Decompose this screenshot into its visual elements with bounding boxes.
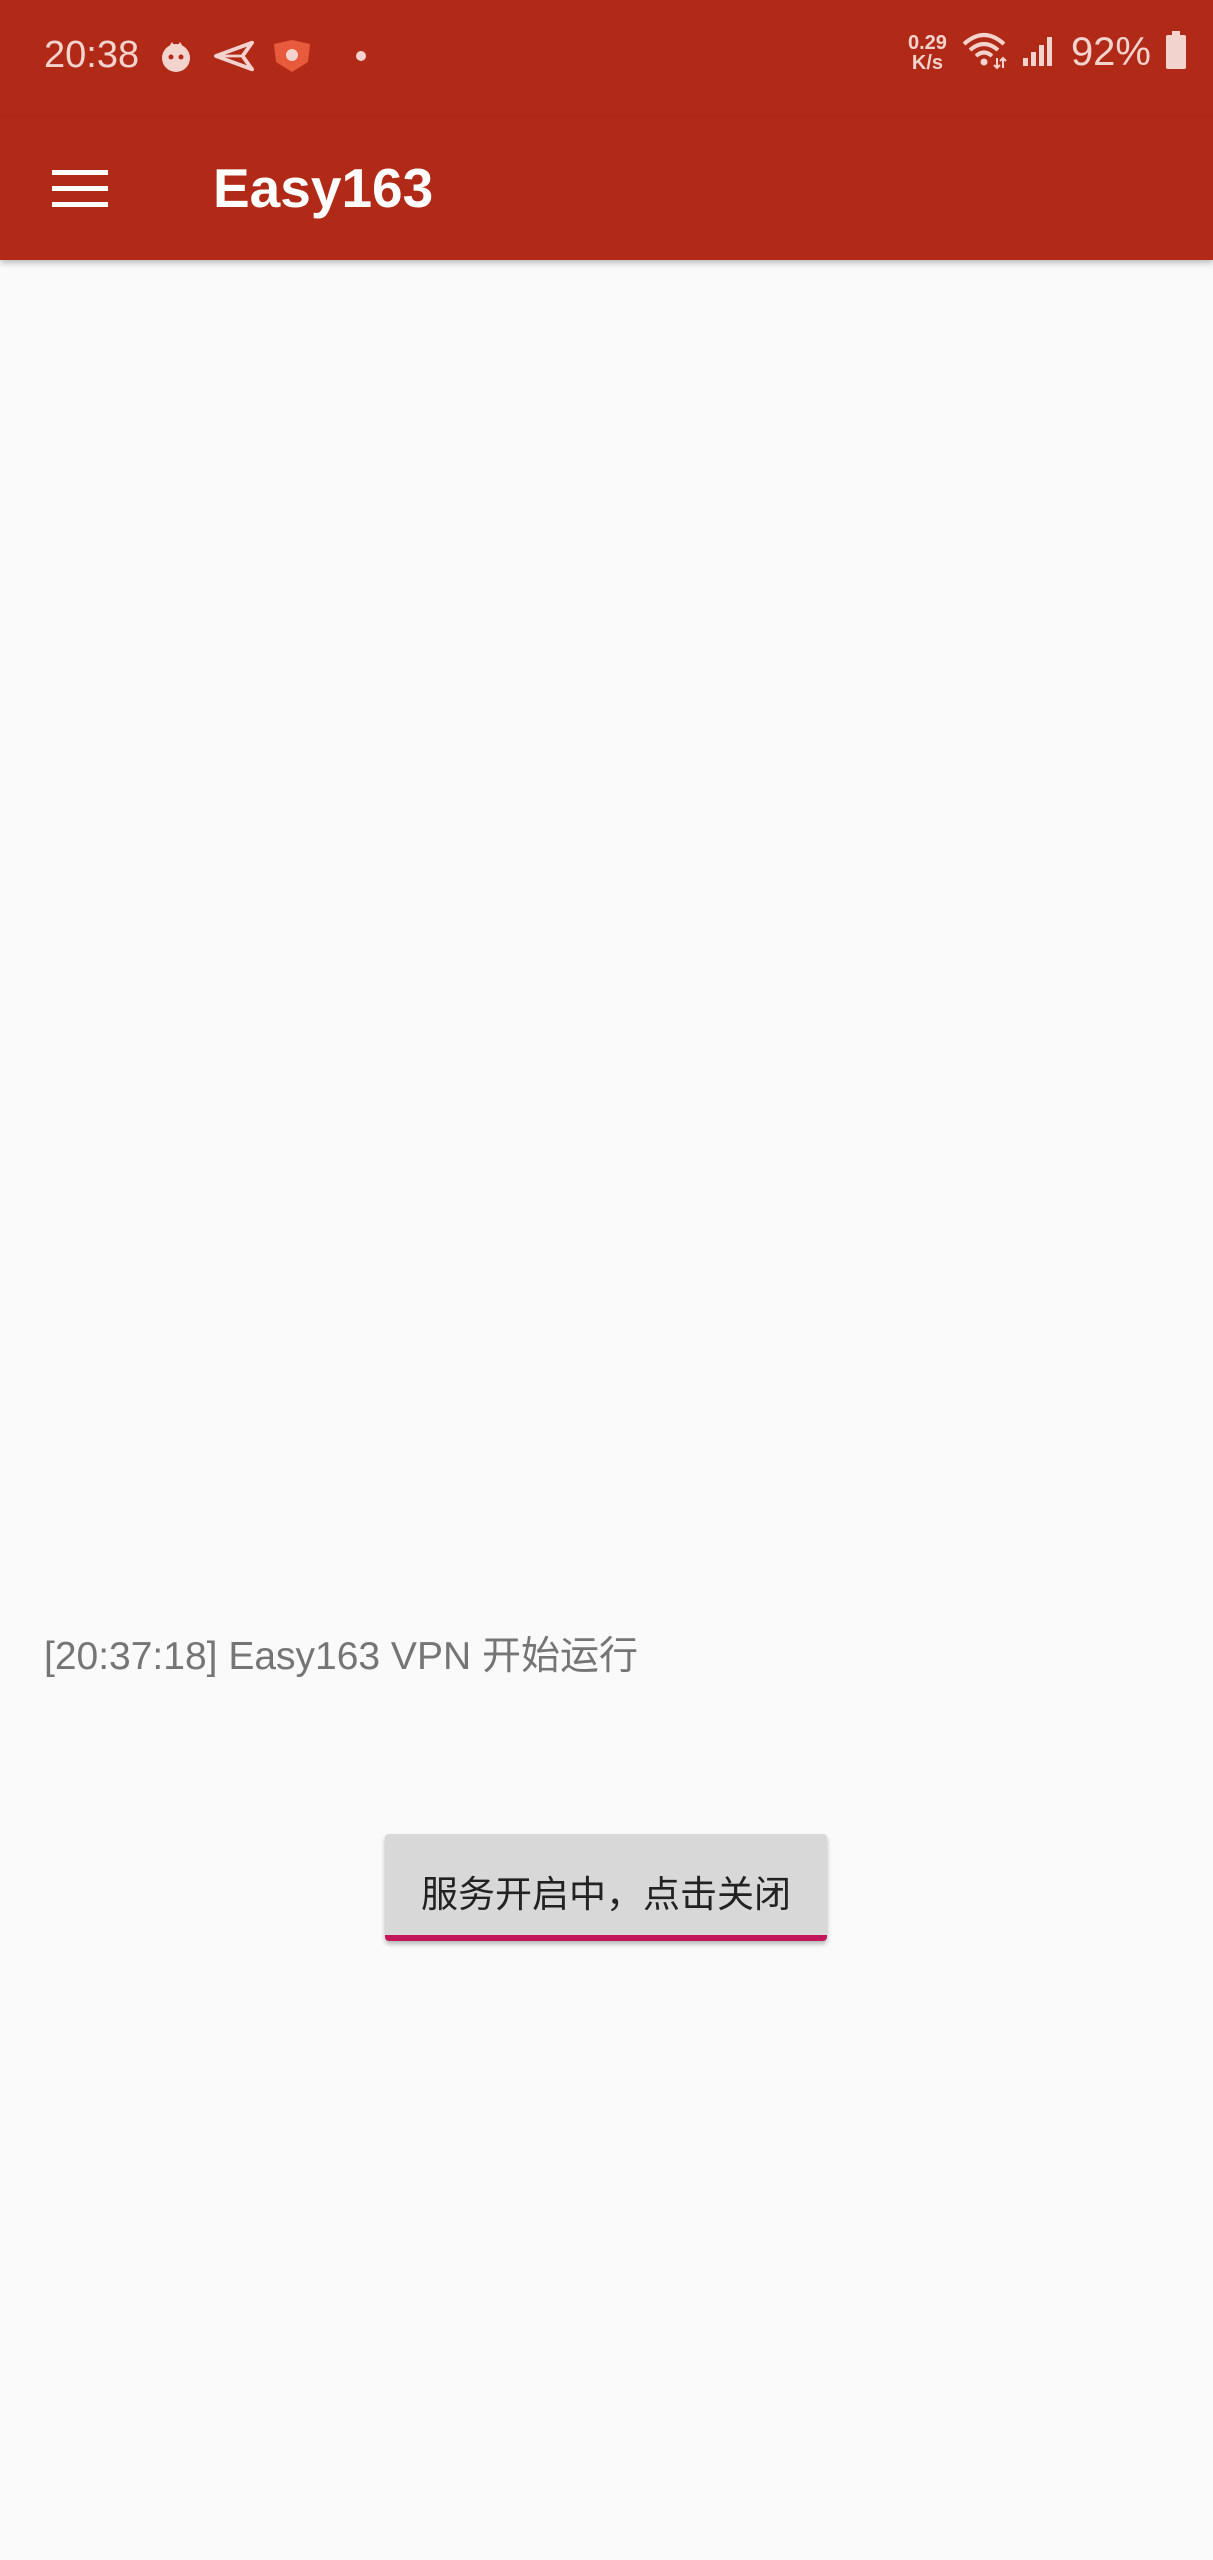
status-system-icons: 0.29 K/s 92% bbox=[908, 30, 1187, 75]
button-accent-underline bbox=[385, 1935, 827, 1941]
notification-app-icon bbox=[156, 36, 196, 76]
battery-percent: 92% bbox=[1070, 30, 1151, 74]
app-bar: Easy163 bbox=[0, 117, 1213, 260]
send-icon bbox=[214, 36, 254, 76]
toggle-service-button[interactable]: 服务开启中，点击关闭 bbox=[385, 1834, 827, 1941]
dot-icon bbox=[356, 51, 366, 61]
shield-app-icon bbox=[272, 36, 312, 76]
battery-icon bbox=[1165, 30, 1187, 75]
network-speed-unit: K/s bbox=[911, 51, 944, 74]
status-notification-icons bbox=[156, 36, 366, 76]
status-bar: 20:38 0.29 K/s 92% bbox=[0, 0, 1213, 117]
log-line: [20:37:18] Easy163 VPN 开始运行 bbox=[44, 1635, 638, 1678]
toggle-service-button-label: 服务开启中，点击关闭 bbox=[421, 1873, 791, 1916]
signal-icon bbox=[1021, 32, 1057, 73]
app-title: Easy163 bbox=[213, 157, 434, 219]
network-speed: 0.29 K/s bbox=[908, 33, 947, 73]
wifi-icon bbox=[961, 30, 1007, 75]
status-time: 20:38 bbox=[44, 34, 140, 76]
network-speed-value: 0.29 bbox=[908, 31, 947, 54]
hamburger-menu-icon[interactable] bbox=[44, 155, 116, 223]
